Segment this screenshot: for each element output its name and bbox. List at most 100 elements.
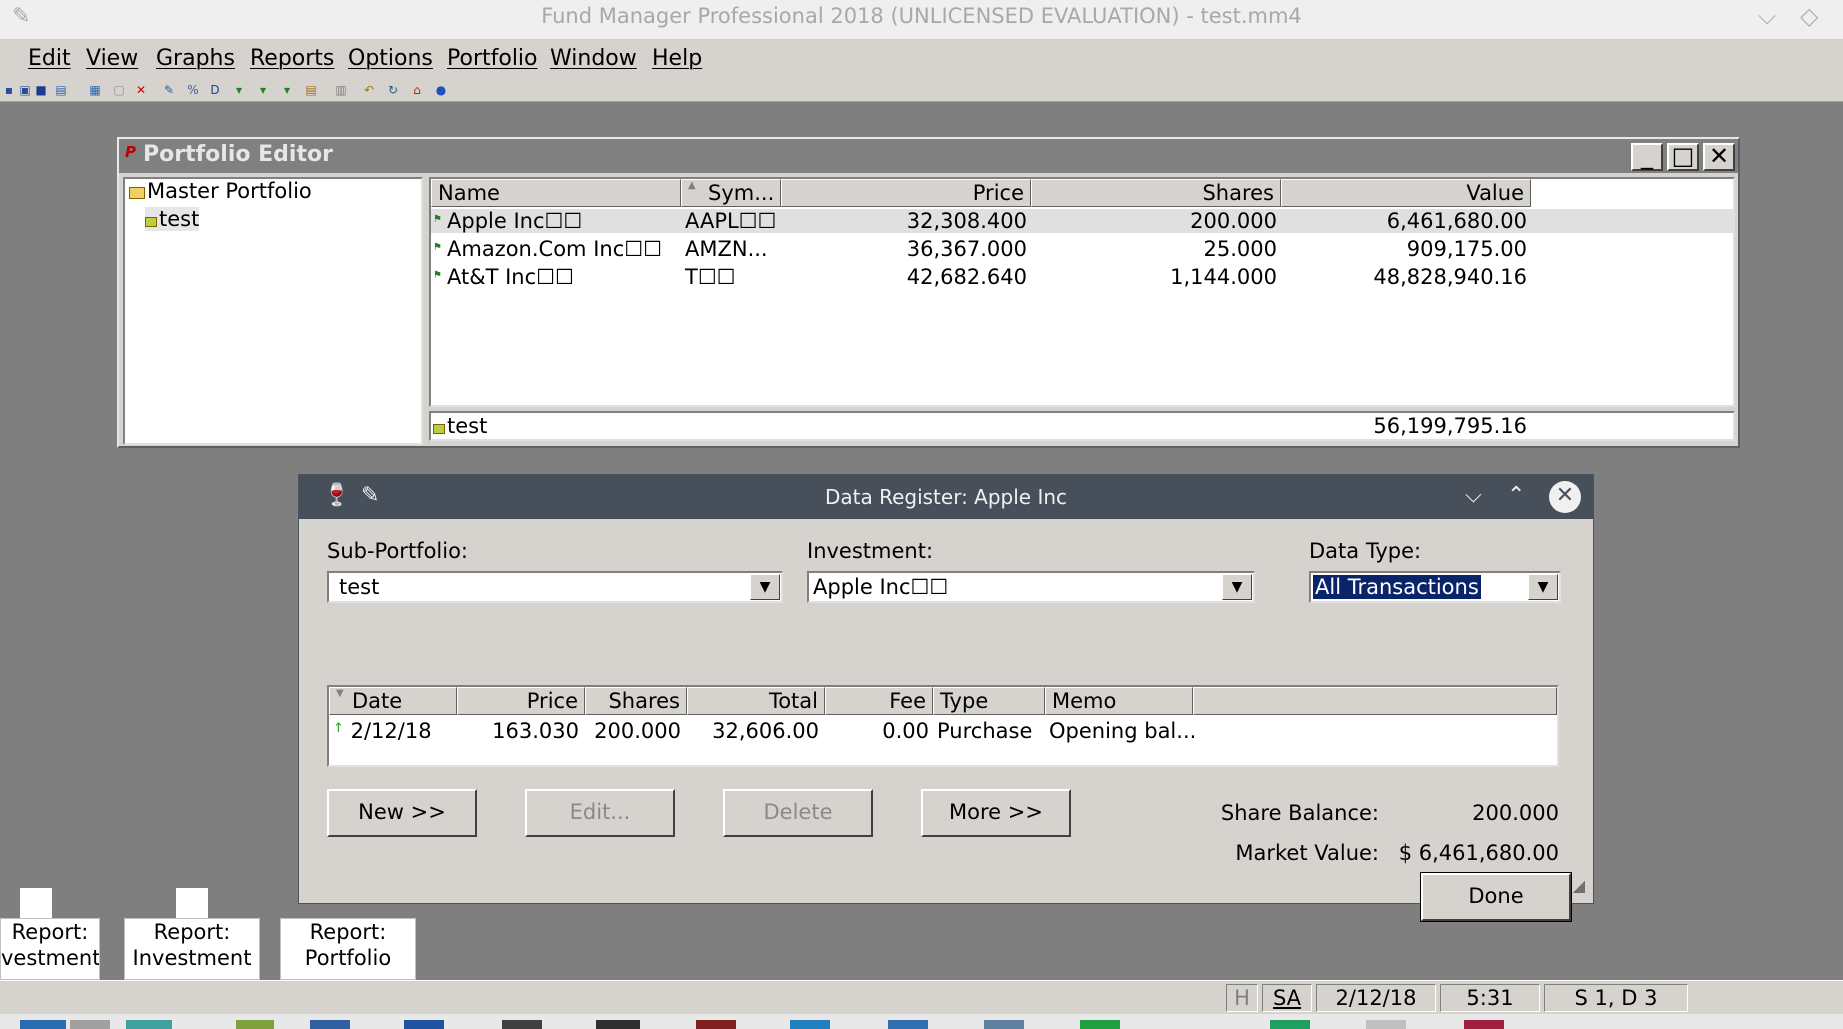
tree-node-master[interactable]: Master Portfolio bbox=[129, 179, 312, 203]
minimize-icon[interactable]: ⌵ bbox=[1758, 2, 1776, 30]
grid-footer: test 56,199,795.16 bbox=[429, 411, 1735, 441]
resize-grip-icon[interactable]: ◢ bbox=[1573, 876, 1585, 895]
edit-icon[interactable]: ✎ bbox=[162, 83, 176, 97]
chevron-down-icon[interactable]: ⌵ bbox=[1465, 483, 1482, 508]
col-symbol[interactable]: ▲ Sym... bbox=[681, 179, 781, 207]
home-icon[interactable]: ⌂ bbox=[410, 83, 424, 97]
hist-icon[interactable]: ▾ bbox=[256, 83, 270, 97]
data-register-body: Sub-Portfolio: test ▼ Investment: Apple … bbox=[307, 519, 1585, 922]
col-date[interactable]: ▼ Date bbox=[329, 687, 457, 715]
col-shares[interactable]: Shares bbox=[1031, 179, 1281, 207]
menu-portfolio[interactable]: Portfolio bbox=[447, 46, 538, 71]
taskbar-app-icon[interactable] bbox=[20, 1020, 66, 1029]
report-icon[interactable]: ▤ bbox=[304, 83, 318, 97]
table-row[interactable]: ⚑ Apple Inc☐☐ AAPL☐☐ 32,308.400 200.000 6… bbox=[431, 209, 1733, 233]
table-row[interactable]: ⚑ Amazon.Com Inc☐☐ AMZN... 36,367.000 25.… bbox=[431, 237, 1733, 261]
data-register-title: Data Register: Apple Inc bbox=[824, 485, 1068, 509]
mini-window-tab bbox=[176, 888, 208, 918]
percent-icon[interactable]: % bbox=[186, 83, 200, 97]
chevron-down-icon[interactable]: ▼ bbox=[1528, 574, 1558, 600]
minimized-report-window[interactable]: Report: vestment bbox=[0, 918, 100, 980]
taskbar-app-icon[interactable] bbox=[126, 1020, 172, 1029]
market-value-label: Market Value: bbox=[1235, 841, 1379, 865]
row-fee-cell: 0.00 bbox=[882, 719, 929, 743]
col-name[interactable]: Name bbox=[431, 179, 681, 207]
investments-grid[interactable]: Name ▲ Sym... Price Shares Value ⚑ Apple I… bbox=[429, 177, 1735, 407]
grid-header: Name ▲ Sym... Price Shares Value bbox=[431, 179, 1733, 207]
menu-graphs[interactable]: Graphs bbox=[156, 46, 235, 71]
taskbar-app-icon[interactable] bbox=[1366, 1020, 1406, 1029]
col-fee[interactable]: Fee bbox=[825, 687, 933, 715]
close-button[interactable]: ✕ bbox=[1703, 143, 1735, 171]
portfolio-tree[interactable]: Master Portfolio test bbox=[123, 177, 423, 445]
col-type[interactable]: Type bbox=[933, 687, 1045, 715]
more-button[interactable]: More >> bbox=[921, 789, 1071, 837]
footer-total: 56,199,795.16 bbox=[1373, 414, 1527, 438]
paste-icon[interactable]: ▢ bbox=[112, 83, 126, 97]
delete-icon[interactable]: ✕ bbox=[134, 83, 148, 97]
edit-button[interactable]: Edit... bbox=[525, 789, 675, 837]
save-all-icon[interactable]: ▤ bbox=[54, 83, 68, 97]
price-icon[interactable]: ▾ bbox=[232, 83, 246, 97]
taskbar-app-icon[interactable] bbox=[1270, 1020, 1310, 1029]
taskbar-app-icon[interactable] bbox=[70, 1020, 110, 1029]
open-icon[interactable]: ▪ bbox=[2, 83, 16, 97]
taskbar-app-icon[interactable] bbox=[984, 1020, 1024, 1029]
taskbar-app-icon[interactable] bbox=[502, 1020, 542, 1029]
taskbar-app-icon[interactable] bbox=[236, 1020, 274, 1029]
col-shares[interactable]: Shares bbox=[585, 687, 687, 715]
transactions-grid[interactable]: ▼ Date Price Shares Total Fee Type Memo ↑… bbox=[327, 685, 1559, 767]
save-icon[interactable]: ■ bbox=[34, 83, 48, 97]
refresh-icon[interactable]: ↻ bbox=[386, 83, 400, 97]
data-type-select[interactable]: All Transactions ▼ bbox=[1309, 571, 1561, 603]
chevron-up-icon[interactable]: ⌃ bbox=[1507, 483, 1525, 508]
trn-icon[interactable]: ▾ bbox=[280, 83, 294, 97]
col-memo[interactable]: Memo bbox=[1045, 687, 1193, 715]
taskbar-app-icon[interactable] bbox=[1080, 1020, 1120, 1029]
col-price[interactable]: Price bbox=[781, 179, 1031, 207]
taskbar-app-icon[interactable] bbox=[310, 1020, 350, 1029]
menu-view[interactable]: View bbox=[86, 46, 138, 71]
delete-button[interactable]: Delete bbox=[723, 789, 873, 837]
investment-select[interactable]: Apple Inc☐☐ ▼ bbox=[807, 571, 1255, 603]
copy-icon[interactable]: ▦ bbox=[88, 83, 102, 97]
sub-portfolio-label: Sub-Portfolio: bbox=[327, 539, 469, 563]
chevron-down-icon[interactable]: ▼ bbox=[750, 574, 780, 600]
col-value[interactable]: Value bbox=[1281, 179, 1531, 207]
done-button[interactable]: Done bbox=[1420, 872, 1572, 922]
taskbar-app-icon[interactable] bbox=[790, 1020, 830, 1029]
taskbar-app-icon[interactable] bbox=[696, 1020, 736, 1029]
status-sa[interactable]: SA bbox=[1262, 984, 1312, 1012]
new-button[interactable]: New >> bbox=[327, 789, 477, 837]
row-type-cell: Purchase bbox=[937, 719, 1033, 743]
taskbar-app-icon[interactable] bbox=[596, 1020, 640, 1029]
sub-portfolio-select[interactable]: test ▼ bbox=[327, 571, 783, 603]
undo-icon[interactable]: ↶ bbox=[362, 83, 376, 97]
close-icon[interactable]: ✕ bbox=[1549, 481, 1581, 513]
tree-node-test[interactable]: test bbox=[145, 207, 200, 231]
minimized-report-window[interactable]: Report: Investment bbox=[124, 918, 260, 980]
menu-reports[interactable]: Reports bbox=[250, 46, 334, 71]
col-price[interactable]: Price bbox=[457, 687, 585, 715]
col-total[interactable]: Total bbox=[687, 687, 825, 715]
maximize-icon[interactable]: ◇ bbox=[1800, 2, 1818, 30]
print-icon[interactable]: ▣ bbox=[18, 83, 32, 97]
calc-icon[interactable]: ▥ bbox=[334, 83, 348, 97]
data-register-dialog: 🍷 ✎ Data Register: Apple Inc ⌵ ⌃ ✕ Sub-P… bbox=[298, 474, 1594, 922]
menu-help[interactable]: Help bbox=[652, 46, 702, 71]
row-symbol-cell: T☐☐ bbox=[685, 265, 736, 289]
minimize-button[interactable]: _ bbox=[1631, 143, 1663, 171]
table-row[interactable]: ⚑ At&T Inc☐☐ T☐☐ 42,682.640 1,144.000 48,… bbox=[431, 265, 1733, 289]
table-row[interactable]: ↑ 2/12/18 163.030 200.000 32,606.00 0.00… bbox=[329, 719, 1557, 743]
menu-options[interactable]: Options bbox=[348, 46, 433, 71]
taskbar-app-icon[interactable] bbox=[888, 1020, 928, 1029]
taskbar-app-icon[interactable] bbox=[404, 1020, 444, 1029]
menu-edit[interactable]: Edit bbox=[28, 46, 71, 71]
minimized-report-window[interactable]: Report: Portfolio bbox=[280, 918, 416, 980]
chevron-down-icon[interactable]: ▼ bbox=[1222, 574, 1252, 600]
help-icon[interactable]: ● bbox=[434, 83, 448, 97]
taskbar-app-icon[interactable] bbox=[1464, 1020, 1504, 1029]
menu-window[interactable]: Window bbox=[550, 46, 637, 71]
data-icon[interactable]: D bbox=[208, 83, 222, 97]
maximize-button[interactable]: □ bbox=[1667, 143, 1699, 171]
